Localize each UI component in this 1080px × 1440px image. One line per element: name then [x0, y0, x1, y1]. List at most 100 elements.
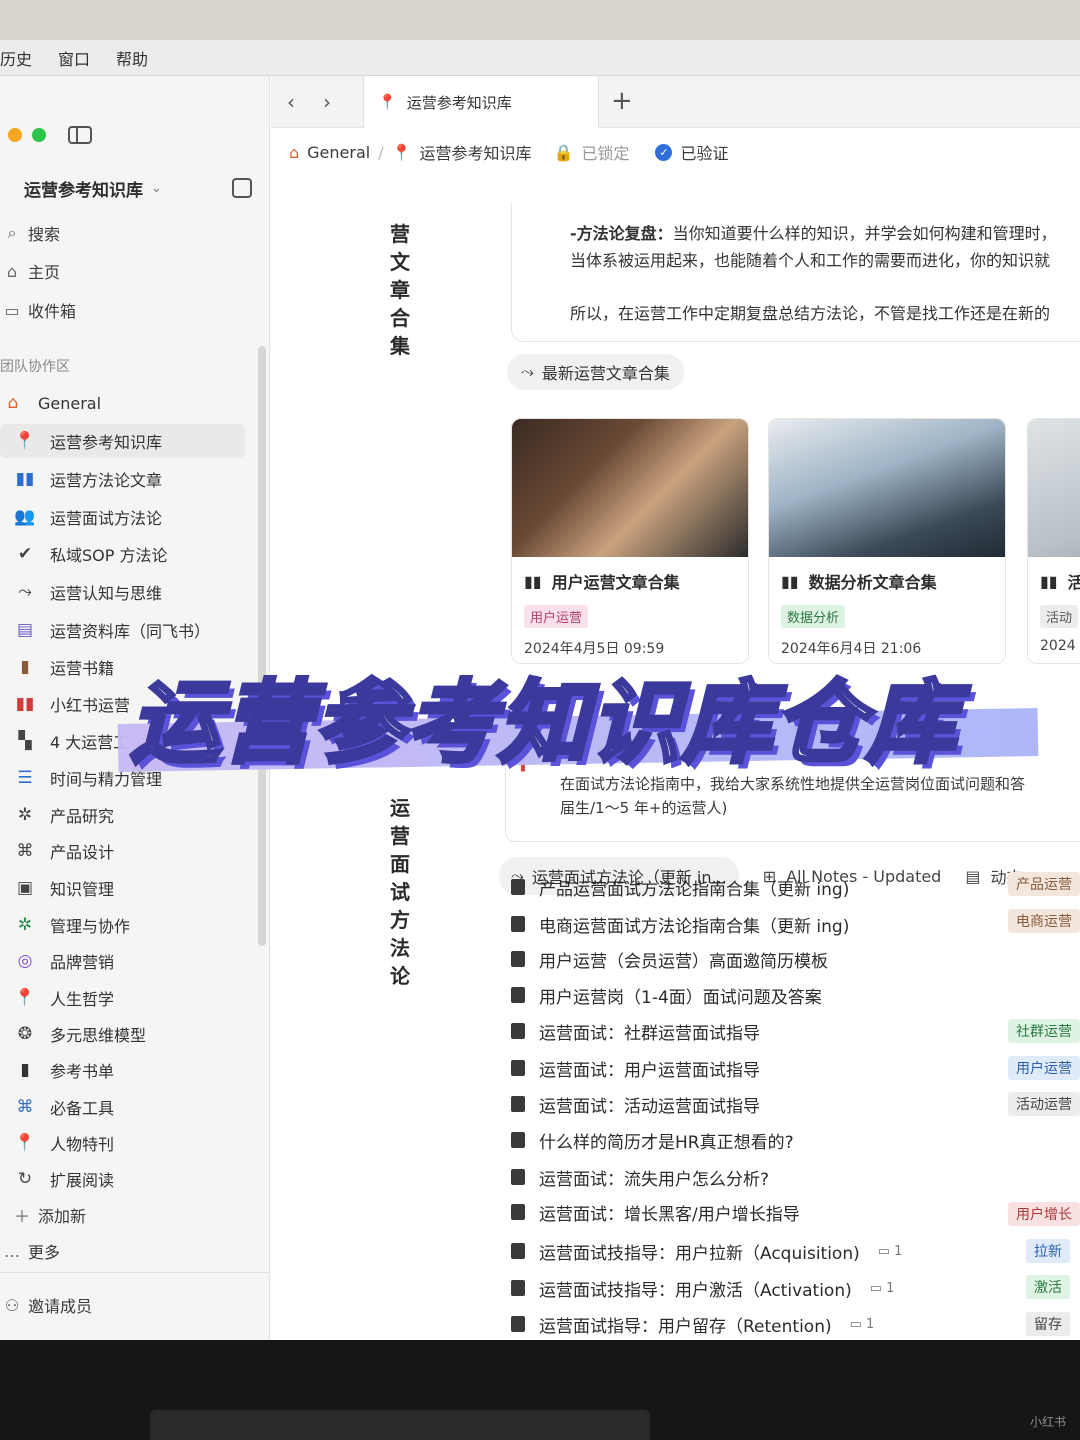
book-icon: ▮▮ — [524, 571, 542, 591]
list-item[interactable]: 运营面试技指导：用户拉新（Acquisition) ▭ 1 — [511, 1234, 1080, 1268]
tab-bar: ‹ › 📍 运营参考知识库 + — [271, 76, 1080, 128]
vertical-char: 合 — [390, 306, 410, 330]
sidebar-item-19[interactable]: ⌘ 必备工具 — [0, 1090, 245, 1124]
sidebar-item-12[interactable]: ⌘ 产品设计 — [0, 834, 245, 868]
gallery-card[interactable]: ▮▮ 数据分析文章合集 数据分析 2024年6月4日 21:06 — [768, 418, 1006, 664]
watermark: 小红书 — [1029, 1415, 1066, 1429]
sidebar-item-14[interactable]: ✲ 管理与协作 — [0, 908, 245, 942]
nav-home[interactable]: ⌂ 主页 — [0, 256, 60, 286]
list-item-tag: 活动运营 — [1008, 1092, 1080, 1116]
gallery-view-tab[interactable]: ⤳ 最新运营文章合集 — [507, 354, 684, 390]
sidebar-scrollbar[interactable] — [258, 346, 266, 946]
list-item-title: 运营面试：活动运营面试指导 — [539, 1096, 760, 1117]
menu-item-0[interactable]: 历史 — [0, 46, 32, 70]
nav-inbox[interactable]: ▭ 收件箱 — [0, 295, 76, 325]
breadcrumb-separator: / — [378, 142, 384, 162]
sidebar-item-0[interactable]: ⌂ General — [0, 386, 245, 420]
invite-label: 邀请成员 — [28, 1297, 93, 1316]
back-arrow-icon[interactable]: ‹ — [287, 90, 295, 114]
maximize-window-button[interactable] — [32, 128, 46, 142]
sidebar-item-15[interactable]: ◎ 品牌营销 — [0, 944, 245, 978]
breadcrumb: ⌂ General / 📍 运营参考知识库 🔒 已锁定 ✓ 已验证 — [289, 140, 729, 164]
vertical-char: 试 — [390, 880, 410, 904]
sidebar-item-1[interactable]: 📍 运营参考知识库 — [0, 424, 245, 458]
list-item[interactable]: 用户运营（会员运营）高面邀简历模板 — [511, 942, 1080, 976]
list-item[interactable]: 运营面试：社群运营面试指导 — [511, 1014, 1080, 1048]
list-item[interactable]: 运营面试：用户运营面试指导 — [511, 1051, 1080, 1085]
sidebar-item-label: 人生哲学 — [50, 990, 115, 1009]
sidebar-item-18[interactable]: ▮ 参考书单 — [0, 1053, 245, 1087]
list-item-title: 电商运营面试方法论指南合集（更新 ing) — [539, 916, 850, 937]
sidebar-item-21[interactable]: ↻ 扩展阅读 — [0, 1162, 245, 1196]
sidebar-item-label: 私域SOP 方法论 — [50, 546, 168, 565]
sidebar-item-11[interactable]: ✲ 产品研究 — [0, 798, 245, 832]
add-new-button[interactable]: ＋ 添加新 — [10, 1200, 86, 1230]
pin-icon: 📍 — [14, 431, 36, 451]
gallery-card[interactable]: ▮▮活活动2024 — [1027, 418, 1080, 664]
gear-green-icon: ✲ — [17, 915, 33, 935]
command-icon: ⌘ — [16, 841, 34, 861]
vertical-char: 文 — [390, 250, 410, 274]
breadcrumb-root[interactable]: General — [307, 143, 370, 162]
breadcrumb-page[interactable]: 运营参考知识库 — [420, 140, 532, 164]
sidebar-item-5[interactable]: ⤳ 运营认知与思维 — [0, 575, 245, 609]
list-item[interactable]: 用户运营岗（1-4面）面试问题及答案 — [511, 978, 1080, 1012]
sidebar-item-label: 必备工具 — [50, 1099, 115, 1118]
list-item-tag: 激活 — [1026, 1275, 1070, 1299]
sidebar-item-6[interactable]: ▤ 运营资料库（同飞书） — [0, 613, 245, 647]
menu-item-2[interactable]: 帮助 — [116, 46, 148, 70]
invite-members-button[interactable]: ⚇ 邀请成员 — [0, 1290, 92, 1320]
card-cover-image — [1028, 419, 1080, 557]
list-item[interactable]: 运营面试：流失用户怎么分析? — [511, 1160, 1080, 1194]
plus-icon: ＋ — [13, 1207, 30, 1226]
minimize-window-button[interactable] — [8, 128, 22, 142]
list-item[interactable]: 运营面试：增长黑客/用户增长指导 — [511, 1195, 1080, 1229]
text-line-2: 当体系被运用起来，也能随着个人和工作的需要而进化，你的知识就 — [570, 251, 1051, 270]
document-icon — [511, 1316, 525, 1332]
list-icon: ☰ — [17, 768, 33, 788]
list-item[interactable]: 什么样的简历才是HR真正想看的? — [511, 1123, 1080, 1157]
list-item-tag: 用户运营 — [1008, 1056, 1080, 1080]
sidebar-item-13[interactable]: ▣ 知识管理 — [0, 871, 245, 905]
comment-count: ▭ 1 — [877, 1243, 903, 1259]
new-tab-plus-icon[interactable]: + — [611, 86, 633, 116]
sidebar-item-4[interactable]: ✔ 私域SOP 方法论 — [0, 537, 245, 571]
sidebar-item-17[interactable]: ❂ 多元思维模型 — [0, 1017, 245, 1051]
comment-count: ▭ 1 — [869, 1280, 895, 1296]
sidebar-item-16[interactable]: 📍 人生哲学 — [0, 981, 245, 1015]
verified-status[interactable]: 已验证 — [680, 140, 728, 164]
new-page-icon[interactable] — [232, 178, 252, 198]
sidebar-item-3[interactable]: 👥 运营面试方法论 — [0, 500, 245, 534]
badge-check-icon: ✔ — [17, 544, 33, 564]
menu-item-1[interactable]: 窗口 — [58, 46, 90, 70]
list-item-tag: 电商运营 — [1008, 909, 1080, 933]
more-button[interactable]: … 更多 — [0, 1236, 60, 1266]
gallery-card[interactable]: ▮▮ 用户运营文章合集 用户运营 2024年4月5日 09:59 — [511, 418, 749, 664]
vertical-char: 营 — [390, 222, 410, 246]
card-tag: 数据分析 — [781, 605, 846, 628]
ellipsis-icon: … — [4, 1241, 20, 1261]
sidebar-item-20[interactable]: 📍 人物特刊 — [0, 1126, 245, 1160]
list-item-tag: 产品运营 — [1008, 872, 1080, 896]
list-item[interactable]: 电商运营面试方法论指南合集（更新 ing) — [511, 907, 1080, 941]
forward-arrow-icon[interactable]: › — [323, 90, 331, 114]
nav-search[interactable]: ⌕ 搜索 — [0, 218, 61, 248]
pin-blue-icon: 📍 — [14, 988, 36, 1008]
gear-icon: ✲ — [17, 805, 33, 825]
list-item[interactable]: 运营面试技指导：用户激活（Activation) ▭ 1 — [511, 1271, 1080, 1305]
workspace-switcher[interactable]: 运营参考知识库 ⌄ — [24, 176, 162, 201]
list-item[interactable]: 运营面试：活动运营面试指导 — [511, 1087, 1080, 1121]
list-item-title: 什么样的简历才是HR真正想看的? — [539, 1132, 794, 1153]
list-item-tag: 社群运营 — [1008, 1019, 1080, 1043]
comment-count-value: 1 — [866, 1316, 875, 1332]
sidebar-item-2[interactable]: ▮▮ 运营方法论文章 — [0, 462, 245, 496]
sidebar-toggle-icon[interactable] — [68, 126, 92, 144]
document-icon — [511, 916, 525, 932]
document-icon — [511, 1132, 525, 1148]
document-icon — [511, 1023, 525, 1039]
list-item-title: 运营面试：增长黑客/用户增长指导 — [539, 1204, 800, 1225]
list-item[interactable]: 运营面试指导：用户留存（Retention) ▭ 1 — [511, 1307, 1080, 1340]
list-item[interactable]: 产品运营面试方法论指南合集（更新 ing) — [511, 870, 1080, 904]
locked-status[interactable]: 已锁定 — [581, 140, 629, 164]
tab-active[interactable]: 📍 运营参考知识库 — [363, 76, 599, 128]
